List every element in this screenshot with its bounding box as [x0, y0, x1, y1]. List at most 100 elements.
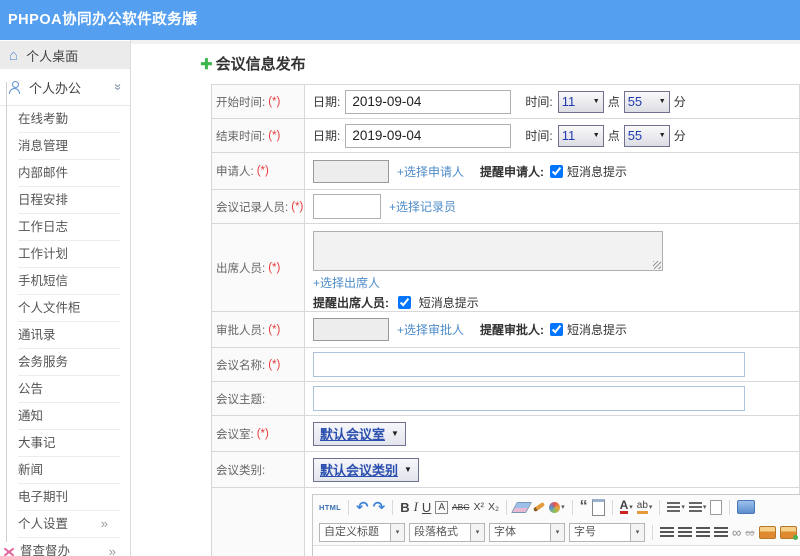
end-date-input[interactable]: [345, 123, 512, 148]
subscript-button[interactable]: X₂: [488, 501, 499, 513]
select-attendees-link[interactable]: +选择出席人: [313, 274, 380, 291]
editor-content-area[interactable]: [313, 546, 800, 556]
align-left-icon[interactable]: [660, 527, 674, 537]
approver-input[interactable]: [313, 318, 389, 341]
image-icon[interactable]: [758, 525, 776, 539]
top-bar: PHPOA协同办公软件政务版 ≡: [0, 0, 800, 40]
unlink-icon[interactable]: ∞: [745, 526, 754, 539]
rich-text-editor: HTML ↶ ↷ B I U A ABC X² X₂ ▾ “ A ▾ ab ▾ …: [312, 494, 800, 556]
insert-image-icon[interactable]: [779, 525, 798, 540]
html-source-button[interactable]: HTML: [319, 503, 341, 512]
home-icon: ⌂: [9, 46, 19, 64]
field-label: 审批人员: (*): [212, 312, 305, 347]
palette-button[interactable]: ▾: [549, 501, 565, 513]
new-page-icon[interactable]: [710, 499, 723, 515]
select-applicant-link[interactable]: +选择申请人: [397, 163, 464, 180]
menu-icon[interactable]: ≡: [186, 0, 198, 38]
editor-toolbar-row1: HTML ↶ ↷ B I U A ABC X² X₂ ▾ “ A ▾ ab ▾ …: [313, 495, 800, 519]
sidebar-item-sms[interactable]: 手机短信: [18, 268, 120, 295]
sidebar-item-work-log[interactable]: 工作日志: [18, 214, 120, 241]
sidebar-item-label: 个人桌面: [26, 48, 79, 64]
link-icon[interactable]: ∞: [732, 526, 741, 539]
remind-attendees-checkbox[interactable]: [398, 296, 412, 309]
align-justify-icon[interactable]: [714, 527, 728, 537]
sidebar-item-e-journal[interactable]: 电子期刊: [18, 484, 120, 511]
chevron-right-icon: »: [100, 516, 108, 531]
font-size-select[interactable]: 字号 ▾: [569, 522, 645, 542]
recorder-input[interactable]: [313, 194, 381, 219]
form-row-applicant: 申请人: (*) +选择申请人 提醒申请人: 短消息提示: [212, 153, 799, 190]
sidebar-item-personal-desktop[interactable]: ⌂ 个人桌面: [0, 41, 130, 69]
paste-icon[interactable]: [591, 498, 605, 516]
sidebar-scrollbar[interactable]: [6, 82, 7, 542]
field-label: [212, 488, 305, 556]
bold-button[interactable]: B: [400, 500, 409, 515]
field-label: 出席人员: (*): [212, 224, 305, 311]
user-icon: [9, 81, 21, 94]
main-content: ✚ 会议信息发布 开始时间:(*) 日期: 时间: 11 ▼ 点: [131, 40, 800, 556]
font-family-select[interactable]: 字体 ▾: [489, 522, 565, 542]
custom-title-select[interactable]: 自定义标题 ▾: [319, 522, 405, 542]
select-recorder-link[interactable]: +选择记录员: [389, 198, 456, 215]
undo-icon[interactable]: ↶: [356, 500, 369, 515]
sidebar-item-contacts[interactable]: 通讯录: [18, 322, 120, 349]
italic-button[interactable]: I: [414, 499, 418, 515]
sidebar-item-supervision[interactable]: 督查督办 »: [0, 538, 130, 556]
form-row-meeting-category: 会议类别: 默认会议类别 ▼: [212, 452, 799, 488]
end-minute-select[interactable]: 55 ▼: [623, 124, 670, 147]
format-brush-icon[interactable]: [533, 501, 546, 513]
start-date-input[interactable]: [345, 89, 512, 114]
chevron-right-icon: »: [108, 544, 116, 556]
fullscreen-icon[interactable]: [737, 500, 756, 514]
form-row-start-time: 开始时间:(*) 日期: 时间: 11 ▼ 点 55 ▼ 分: [212, 85, 799, 119]
sidebar-item-announcement[interactable]: 公告: [18, 376, 120, 403]
start-minute-select[interactable]: 55 ▼: [623, 90, 670, 113]
meeting-name-input[interactable]: [313, 352, 745, 377]
sidebar-item-file-cabinet[interactable]: 个人文件柜: [18, 295, 120, 322]
sidebar-item-personal-office[interactable]: 个人办公 »: [0, 69, 130, 105]
time-label: 时间:: [525, 95, 553, 109]
sidebar-item-schedule[interactable]: 日程安排: [18, 187, 120, 214]
select-approver-link[interactable]: +选择审批人: [397, 321, 464, 338]
superscript-button[interactable]: X²: [473, 501, 484, 513]
unordered-list-button[interactable]: ▾: [688, 502, 706, 512]
applicant-input[interactable]: [313, 159, 389, 183]
start-hour-select[interactable]: 11 ▼: [557, 90, 604, 113]
strikethrough-button[interactable]: ABC: [452, 502, 469, 512]
sidebar-item-personal-settings[interactable]: 个人设置 »: [18, 511, 120, 538]
ordered-list-button[interactable]: ▾: [667, 502, 685, 512]
field-label: 会议主题:: [212, 382, 305, 415]
sidebar-item-internal-mail[interactable]: 内部邮件: [18, 160, 120, 187]
font-style-button[interactable]: A: [435, 500, 448, 514]
remind-applicant-checkbox[interactable]: [550, 164, 564, 178]
meeting-subject-input[interactable]: [313, 386, 745, 411]
sidebar-item-news[interactable]: 新闻: [18, 457, 120, 484]
remind-approver-checkbox[interactable]: [550, 323, 564, 336]
blockquote-icon[interactable]: “: [580, 499, 588, 515]
field-label: 结束时间: (*): [212, 119, 305, 152]
caret-down-icon: ▾: [631, 522, 645, 542]
form-row-attendees: 出席人员: (*) +选择出席人 提醒出席人员: 短消息提示: [212, 224, 799, 312]
paragraph-format-select[interactable]: 段落格式 ▾: [409, 522, 485, 542]
align-right-icon[interactable]: [696, 527, 710, 537]
meeting-category-select[interactable]: 默认会议类别 ▼: [313, 457, 419, 482]
font-color-button[interactable]: A ▾: [619, 499, 633, 514]
eraser-icon[interactable]: [511, 501, 532, 513]
end-hour-select[interactable]: 11 ▼: [557, 124, 604, 147]
sidebar-item-work-plan[interactable]: 工作计划: [18, 241, 120, 268]
field-label: 开始时间: (*): [212, 85, 305, 118]
app-title: PHPOA协同办公软件政务版: [8, 12, 198, 28]
align-center-icon[interactable]: [678, 527, 692, 537]
date-label: 日期:: [313, 95, 341, 109]
sidebar-item-messages[interactable]: 消息管理: [18, 133, 120, 160]
underline-button[interactable]: U: [422, 500, 431, 515]
meeting-room-select[interactable]: 默认会议室 ▼: [313, 421, 406, 446]
attendees-textarea[interactable]: [313, 231, 663, 271]
highlight-color-button[interactable]: ab ▾: [636, 500, 652, 514]
sidebar-item-memorabilia[interactable]: 大事记: [18, 430, 120, 457]
sidebar-item-conference-service[interactable]: 会务服务: [18, 349, 120, 376]
ordered-list-icon: [667, 502, 681, 512]
redo-icon[interactable]: ↷: [373, 500, 386, 515]
sidebar-item-attendance[interactable]: 在线考勤: [18, 106, 120, 133]
sidebar-item-notice[interactable]: 通知: [18, 403, 120, 430]
